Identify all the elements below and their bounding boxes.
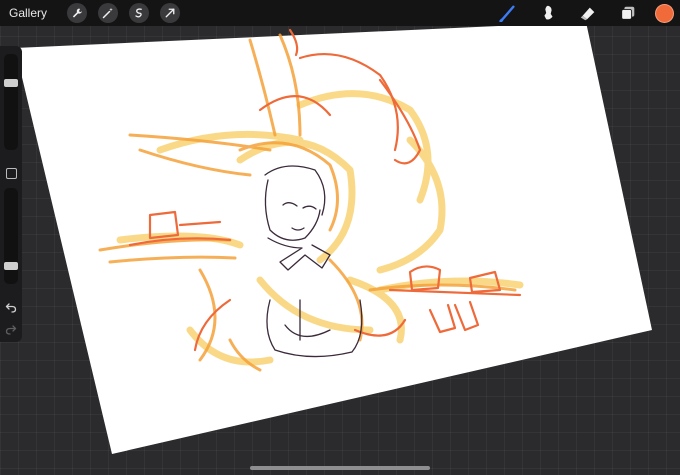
transform-arrow-icon bbox=[165, 8, 175, 18]
modify-button[interactable] bbox=[6, 168, 17, 179]
gallery-button[interactable]: Gallery bbox=[9, 6, 47, 20]
opacity-thumb[interactable] bbox=[4, 262, 18, 270]
actions-button[interactable] bbox=[67, 3, 88, 23]
layers-icon bbox=[621, 6, 635, 20]
paper-sheet bbox=[15, 22, 652, 454]
transform-button[interactable] bbox=[160, 3, 181, 23]
selection-button[interactable] bbox=[129, 3, 150, 23]
brush-size-thumb[interactable] bbox=[4, 79, 18, 87]
redo-icon[interactable] bbox=[5, 324, 17, 336]
layers-button[interactable] bbox=[615, 0, 641, 26]
adjustments-button[interactable] bbox=[98, 3, 119, 23]
brush-size-slider[interactable] bbox=[4, 54, 18, 150]
home-indicator[interactable] bbox=[250, 466, 430, 470]
top-toolbar: Gallery bbox=[0, 0, 680, 26]
opacity-slider[interactable] bbox=[4, 188, 18, 284]
brush-icon bbox=[499, 5, 515, 22]
color-picker-button[interactable] bbox=[655, 3, 674, 23]
eraser-icon bbox=[580, 7, 595, 21]
drawing-canvas[interactable] bbox=[0, 0, 680, 475]
paint-tool-button[interactable] bbox=[495, 0, 521, 26]
wrench-icon bbox=[72, 8, 82, 18]
tool-group bbox=[481, 0, 680, 26]
smudge-icon bbox=[544, 5, 553, 20]
selection-icon bbox=[135, 8, 142, 18]
smudge-tool-button[interactable] bbox=[535, 0, 561, 26]
left-sidebar bbox=[0, 46, 22, 342]
eraser-tool-button[interactable] bbox=[575, 0, 601, 26]
magic-wand-icon bbox=[102, 7, 113, 19]
undo-icon[interactable] bbox=[5, 302, 17, 314]
